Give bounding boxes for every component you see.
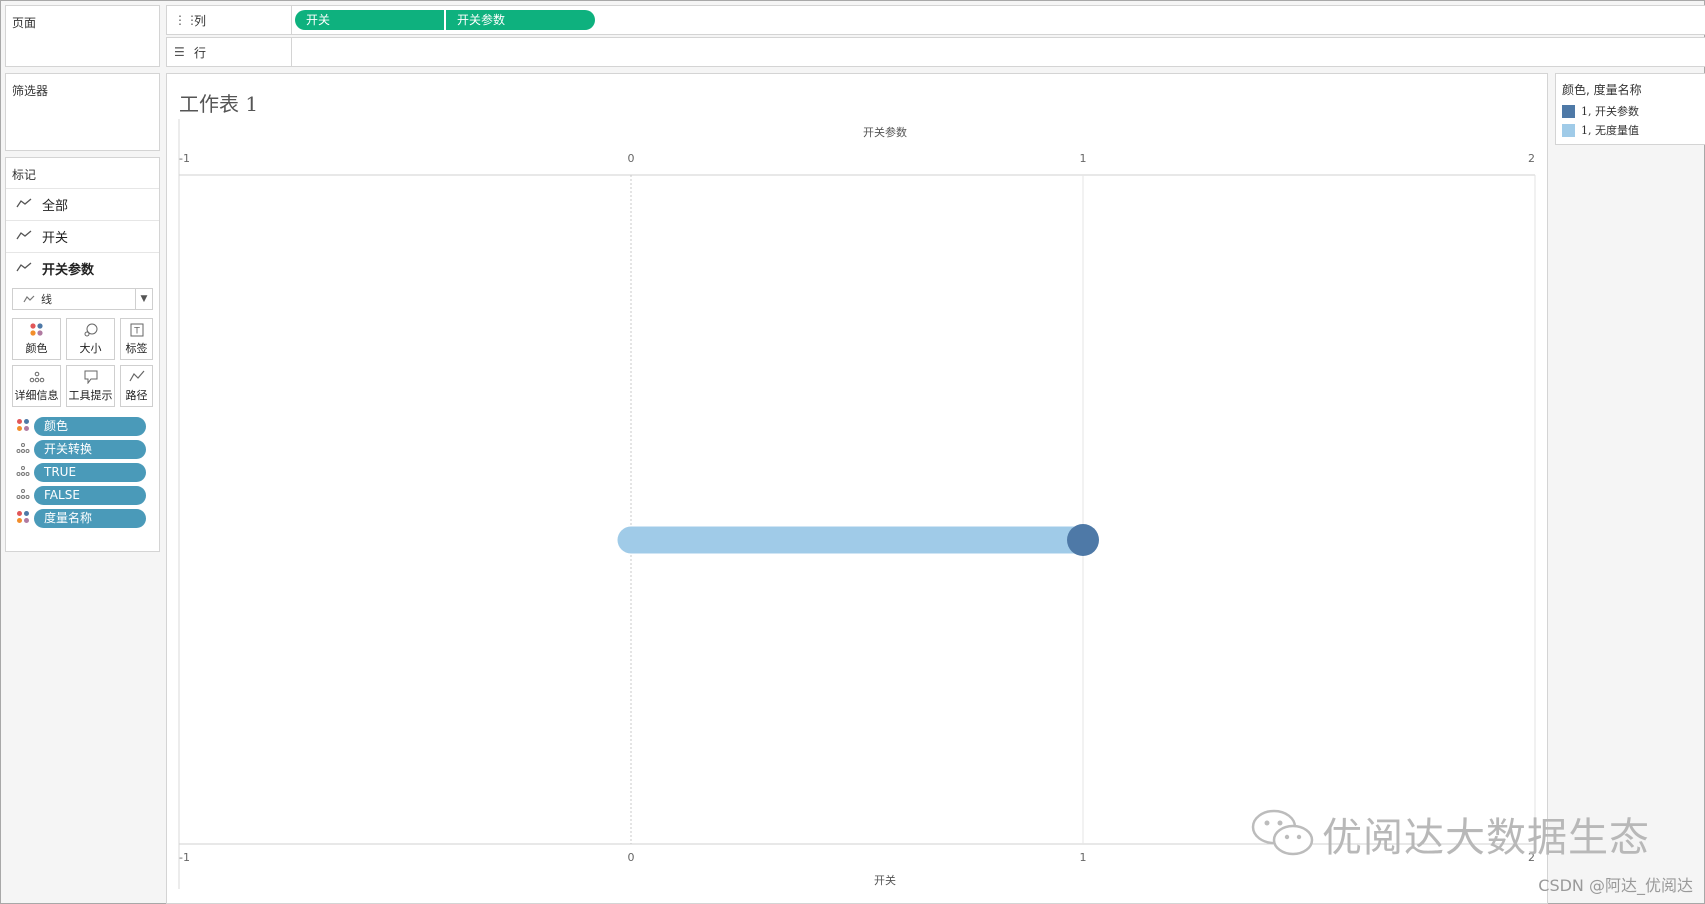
- mark-pill-false[interactable]: FALSE: [34, 485, 146, 505]
- mark-pill-true[interactable]: TRUE: [34, 462, 146, 482]
- pages-card-title: 页面: [12, 16, 37, 30]
- label-card-label: 标签: [125, 342, 148, 355]
- size-card[interactable]: 大小: [66, 318, 115, 360]
- chart[interactable]: 开关参数开关-1 0 1 2-1 0 1 2: [167, 74, 1547, 903]
- color-legend[interactable]: 颜色, 度量名称 1, 开关参数 1, 无度量值: [1555, 73, 1705, 145]
- line-chart-icon: [16, 261, 36, 276]
- rows-shelf-label: ☰ 行: [167, 38, 292, 66]
- legend-item[interactable]: 1, 开关参数: [1562, 103, 1639, 119]
- mark-pill-row[interactable]: TRUE: [16, 462, 146, 482]
- marks-card-title: 标记: [12, 168, 37, 182]
- color-card[interactable]: 颜色: [12, 318, 61, 360]
- bottom-axis-tick: 0: [628, 851, 635, 864]
- rows-label-text: 行: [194, 45, 207, 60]
- watermark: 优阅达大数据生态: [1250, 805, 1650, 863]
- columns-icon: ⋮⋮: [174, 13, 198, 27]
- chevron-down-icon[interactable]: ▼: [135, 289, 152, 309]
- filters-card[interactable]: 筛选器: [5, 73, 160, 151]
- legend-swatch: [1562, 123, 1575, 137]
- columns-label-text: 列: [194, 13, 207, 28]
- pages-card[interactable]: 页面: [5, 5, 160, 67]
- legend-title: 颜色, 度量名称: [1562, 83, 1642, 97]
- line-chart-icon: [16, 229, 36, 244]
- mark-type-dropdown[interactable]: 线 ▼: [12, 288, 153, 310]
- mark-pill-row[interactable]: 开关转换: [16, 439, 146, 459]
- bottom-axis-title: 开关: [874, 873, 896, 887]
- legend-item[interactable]: 1, 无度量值: [1562, 122, 1639, 138]
- top-axis-title: 开关参数: [863, 125, 907, 139]
- tooltip-card[interactable]: 工具提示: [66, 365, 115, 407]
- label-icon: T: [121, 323, 152, 339]
- wechat-icon: [1250, 807, 1316, 862]
- mark-pill-row[interactable]: 颜色: [16, 416, 146, 436]
- color-dots-icon: [13, 323, 60, 339]
- color-dots-icon: [16, 510, 34, 527]
- line-chart-icon: [23, 293, 35, 306]
- label-card[interactable]: T 标签: [120, 318, 153, 360]
- rows-shelf[interactable]: ☰ 行: [166, 37, 1705, 67]
- mark-pill-measure-names[interactable]: 度量名称: [34, 508, 146, 528]
- columns-shelf-label: ⋮⋮ 列: [167, 6, 292, 34]
- legend-item-label: 1, 开关参数: [1581, 105, 1639, 118]
- detail-dots-icon: [16, 442, 34, 457]
- detail-dots-icon: [16, 488, 34, 503]
- worksheet[interactable]: 工作表 1 开关参数 开关 -1 0 1 2 -1 0 1 2: [166, 73, 1548, 904]
- marks-tab-all[interactable]: 全部: [6, 188, 159, 220]
- marks-tab-switch-param-label: 开关参数: [42, 263, 95, 278]
- path-card-label: 路径: [125, 389, 148, 402]
- size-card-label: 大小: [79, 342, 102, 355]
- series-point-switch-param: [1067, 524, 1099, 556]
- svg-text:T: T: [133, 327, 140, 337]
- marks-card: 标记 全部 开关 开关参数 线 ▼ 颜色 大小 T 标签 详细信息 工具提示 路…: [5, 157, 160, 552]
- watermark-text: 优阅达大数据生态: [1322, 815, 1650, 861]
- tooltip-icon: [67, 370, 114, 386]
- detail-dots-icon: [16, 465, 34, 480]
- color-dots-icon: [16, 418, 34, 435]
- size-icon: [67, 323, 114, 339]
- column-pill-switch-param[interactable]: 开关参数: [446, 10, 595, 30]
- column-pill-switch[interactable]: 开关: [295, 10, 444, 30]
- path-icon: [121, 370, 152, 386]
- detail-card-label: 详细信息: [14, 389, 59, 402]
- rows-icon: ☰: [174, 45, 185, 59]
- color-card-label: 颜色: [25, 342, 48, 355]
- mark-pill-row[interactable]: 度量名称: [16, 508, 146, 528]
- top-axis-tick: 1: [1080, 152, 1087, 165]
- legend-swatch: [1562, 104, 1575, 118]
- line-chart-icon: [16, 197, 36, 212]
- columns-shelf[interactable]: ⋮⋮ 列 开关 开关参数: [166, 5, 1705, 35]
- marks-tab-all-label: 全部: [42, 199, 69, 214]
- top-axis-tick: -1: [179, 152, 190, 165]
- legend-item-label: 1, 无度量值: [1581, 124, 1639, 137]
- bottom-axis-tick: -1: [179, 851, 190, 864]
- marks-tab-switch-label: 开关: [42, 231, 69, 246]
- tooltip-card-label: 工具提示: [68, 389, 113, 402]
- mark-pill-row[interactable]: FALSE: [16, 485, 146, 505]
- detail-card[interactable]: 详细信息: [12, 365, 61, 407]
- bottom-axis-tick: 1: [1080, 851, 1087, 864]
- filters-card-title: 筛选器: [12, 84, 49, 98]
- path-card[interactable]: 路径: [120, 365, 153, 407]
- detail-dots-icon: [13, 370, 60, 386]
- mark-type-label: 线: [41, 293, 52, 306]
- top-axis-tick: 2: [1528, 152, 1535, 165]
- marks-tab-switch-param[interactable]: 开关参数: [6, 252, 159, 284]
- top-axis-tick: 0: [628, 152, 635, 165]
- mark-pill-switch-convert[interactable]: 开关转换: [34, 439, 146, 459]
- marks-tab-switch[interactable]: 开关: [6, 220, 159, 252]
- csdn-watermark: CSDN @阿达_优阅达: [1538, 876, 1693, 895]
- mark-pill-color[interactable]: 颜色: [34, 416, 146, 436]
